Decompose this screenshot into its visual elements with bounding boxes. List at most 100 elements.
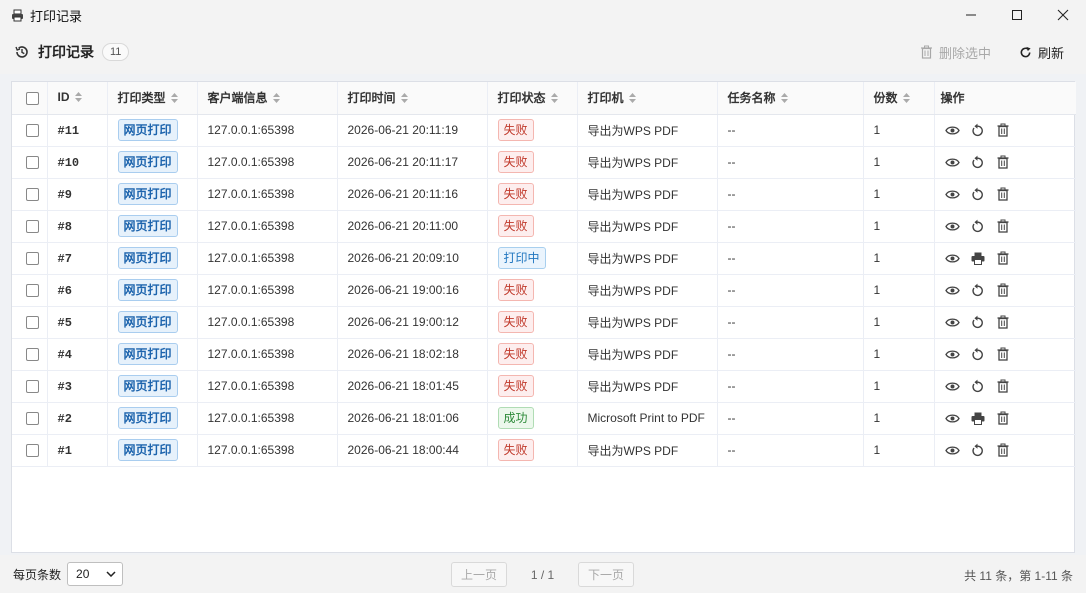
retry-icon[interactable] bbox=[970, 186, 986, 202]
retry-icon[interactable] bbox=[970, 218, 986, 234]
task-cell: -- bbox=[717, 338, 864, 371]
delete-icon[interactable] bbox=[995, 282, 1011, 298]
row-select-cell bbox=[12, 210, 48, 243]
column-header-task[interactable]: 任务名称 bbox=[717, 82, 864, 115]
column-header-actions: 操作 bbox=[934, 82, 1076, 115]
column-header-printer[interactable]: 打印机 bbox=[577, 82, 718, 115]
page-size-select[interactable]: 20 bbox=[67, 562, 124, 586]
row-checkbox[interactable] bbox=[26, 316, 39, 330]
view-icon[interactable] bbox=[945, 410, 961, 426]
delete-icon[interactable] bbox=[995, 346, 1011, 362]
column-header-copies[interactable]: 份数 bbox=[863, 82, 935, 115]
status-cell: 失败 bbox=[487, 178, 578, 211]
printer-cell: 导出为WPS PDF bbox=[577, 210, 718, 243]
column-header-id[interactable]: ID bbox=[47, 82, 108, 115]
delete-icon[interactable] bbox=[995, 250, 1011, 266]
view-icon[interactable] bbox=[945, 186, 961, 202]
table-row[interactable]: #9 网页打印 127.0.0.1:65398 2026-06-21 20:11:16… bbox=[12, 178, 1076, 211]
table-row[interactable]: #3 网页打印 127.0.0.1:65398 2026-06-21 18:01:45… bbox=[12, 370, 1076, 403]
view-icon[interactable] bbox=[945, 218, 961, 234]
row-checkbox[interactable] bbox=[26, 444, 39, 458]
row-checkbox[interactable] bbox=[26, 284, 39, 298]
print-icon[interactable] bbox=[970, 250, 986, 266]
status-cell: 失败 bbox=[487, 274, 578, 307]
client-cell: 127.0.0.1:65398 bbox=[197, 274, 338, 307]
delete-icon[interactable] bbox=[995, 218, 1011, 234]
row-select-cell bbox=[12, 146, 48, 179]
retry-icon[interactable] bbox=[970, 122, 986, 138]
table-row[interactable]: #1 网页打印 127.0.0.1:65398 2026-06-21 18:00:44… bbox=[12, 434, 1076, 467]
row-checkbox[interactable] bbox=[26, 348, 39, 362]
next-page-button[interactable]: 下一页 bbox=[578, 562, 634, 587]
delete-icon[interactable] bbox=[995, 154, 1011, 170]
table-row[interactable]: #7 网页打印 127.0.0.1:65398 2026-06-21 20:09:10… bbox=[12, 242, 1076, 275]
table-row[interactable]: #4 网页打印 127.0.0.1:65398 2026-06-21 18:02:18… bbox=[12, 338, 1076, 371]
status-cell: 打印中 bbox=[487, 242, 578, 275]
refresh-label: 刷新 bbox=[1037, 45, 1064, 61]
table-row[interactable]: #2 网页打印 127.0.0.1:65398 2026-06-21 18:01:06… bbox=[12, 402, 1076, 435]
retry-icon[interactable] bbox=[970, 378, 986, 394]
id-cell: #4 bbox=[47, 338, 108, 371]
actions-cell bbox=[934, 370, 1076, 403]
select-all-checkbox[interactable] bbox=[26, 91, 39, 105]
actions-cell bbox=[934, 338, 1076, 371]
column-header-time[interactable]: 打印时间 bbox=[337, 82, 488, 115]
view-icon[interactable] bbox=[945, 346, 961, 362]
id-cell: #9 bbox=[47, 178, 108, 211]
client-cell: 127.0.0.1:65398 bbox=[197, 114, 338, 147]
prev-page-button[interactable]: 上一页 bbox=[451, 562, 507, 587]
table-row[interactable]: #8 网页打印 127.0.0.1:65398 2026-06-21 20:11:00… bbox=[12, 210, 1076, 243]
row-checkbox[interactable] bbox=[26, 220, 39, 234]
column-header-client[interactable]: 客户端信息 bbox=[197, 82, 338, 115]
view-icon[interactable] bbox=[945, 122, 961, 138]
client-cell: 127.0.0.1:65398 bbox=[197, 210, 338, 243]
row-checkbox[interactable] bbox=[26, 252, 39, 266]
client-cell: 127.0.0.1:65398 bbox=[197, 306, 338, 339]
view-icon[interactable] bbox=[945, 442, 961, 458]
refresh-button[interactable]: 刷新 bbox=[1019, 43, 1064, 62]
delete-icon[interactable] bbox=[995, 378, 1011, 394]
delete-icon[interactable] bbox=[995, 186, 1011, 202]
type-cell: 网页打印 bbox=[107, 434, 198, 467]
row-checkbox[interactable] bbox=[26, 412, 39, 426]
retry-icon[interactable] bbox=[970, 346, 986, 362]
delete-selected-button[interactable]: 删除选中 bbox=[920, 43, 991, 62]
column-header-status[interactable]: 打印状态 bbox=[487, 82, 578, 115]
row-checkbox[interactable] bbox=[26, 156, 39, 170]
view-icon[interactable] bbox=[945, 250, 961, 266]
refresh-icon bbox=[1020, 46, 1031, 57]
maximize-icon bbox=[1012, 10, 1022, 20]
table-row[interactable]: #5 网页打印 127.0.0.1:65398 2026-06-21 19:00:12… bbox=[12, 306, 1076, 339]
task-cell: -- bbox=[717, 370, 864, 403]
retry-icon[interactable] bbox=[970, 154, 986, 170]
maximize-button[interactable] bbox=[994, 0, 1040, 30]
view-icon[interactable] bbox=[945, 314, 961, 330]
delete-icon[interactable] bbox=[995, 442, 1011, 458]
retry-icon[interactable] bbox=[970, 314, 986, 330]
table-row[interactable]: #11 网页打印 127.0.0.1:65398 2026-06-21 20:11:1… bbox=[12, 114, 1076, 147]
retry-icon[interactable] bbox=[970, 442, 986, 458]
record-count-badge: 11 bbox=[102, 43, 130, 61]
view-icon[interactable] bbox=[945, 378, 961, 394]
delete-icon[interactable] bbox=[995, 122, 1011, 138]
column-header-type[interactable]: 打印类型 bbox=[107, 82, 198, 115]
retry-icon[interactable] bbox=[970, 282, 986, 298]
print-icon[interactable] bbox=[970, 410, 986, 426]
row-checkbox[interactable] bbox=[26, 380, 39, 394]
row-checkbox[interactable] bbox=[26, 124, 39, 138]
time-cell: 2026-06-21 19:00:12 bbox=[337, 306, 488, 339]
table-row[interactable]: #10 网页打印 127.0.0.1:65398 2026-06-21 20:11:1… bbox=[12, 146, 1076, 179]
close-button[interactable] bbox=[1040, 0, 1086, 30]
client-cell: 127.0.0.1:65398 bbox=[197, 370, 338, 403]
table-row[interactable]: #6 网页打印 127.0.0.1:65398 2026-06-21 19:00:16… bbox=[12, 274, 1076, 307]
printer-cell: 导出为WPS PDF bbox=[577, 114, 718, 147]
view-icon[interactable] bbox=[945, 154, 961, 170]
printer-cell: 导出为WPS PDF bbox=[577, 274, 718, 307]
delete-icon[interactable] bbox=[995, 314, 1011, 330]
delete-icon[interactable] bbox=[995, 410, 1011, 426]
time-cell: 2026-06-21 19:00:16 bbox=[337, 274, 488, 307]
minimize-button[interactable] bbox=[948, 0, 994, 30]
view-icon[interactable] bbox=[945, 282, 961, 298]
row-checkbox[interactable] bbox=[26, 188, 39, 202]
client-cell: 127.0.0.1:65398 bbox=[197, 402, 338, 435]
